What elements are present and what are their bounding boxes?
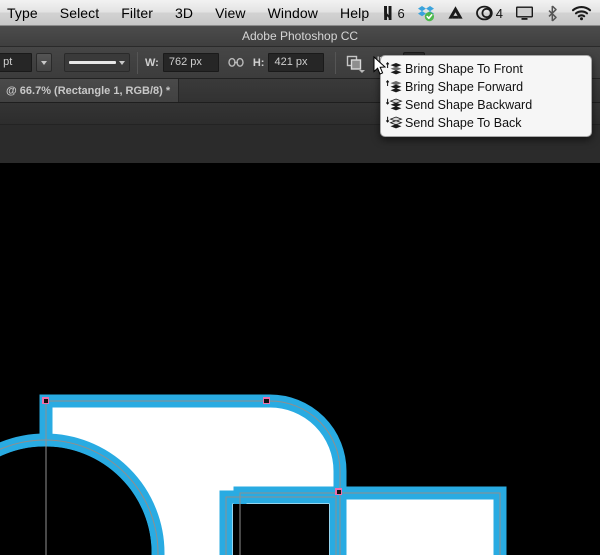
stroke-width-field[interactable]: 3 pt: [0, 53, 32, 72]
chevron-down-icon: [41, 61, 47, 65]
bring-to-front-icon: [385, 62, 403, 76]
menu-item-3d[interactable]: 3D: [164, 0, 204, 26]
adobe-cc-app-icon[interactable]: 6: [375, 0, 411, 26]
app-title: Adobe Photoshop CC: [242, 29, 358, 43]
vector-artwork: [0, 163, 600, 555]
document-tab[interactable]: @ 66.7% (Rectangle 1, RGB/8) *: [0, 79, 179, 102]
menu-item-help[interactable]: Help: [329, 0, 380, 26]
menu-bar-status-items: 6: [375, 0, 598, 26]
send-to-back-icon: [385, 116, 403, 130]
creative-cloud-badge: 4: [496, 6, 503, 21]
menu-item-view[interactable]: View: [204, 0, 257, 26]
adobe-app-badge: 6: [398, 6, 405, 21]
dropbox-icon[interactable]: [411, 0, 441, 26]
menu-item-bring-shape-to-front[interactable]: Bring Shape To Front: [381, 60, 591, 78]
chevron-down-icon: [359, 70, 365, 73]
menu-items: Type Select Filter 3D View Window Help: [0, 0, 380, 26]
stroke-width-dropdown[interactable]: [36, 53, 52, 72]
chain-link-icon[interactable]: [228, 57, 244, 68]
width-input[interactable]: 762 px: [163, 53, 219, 72]
menu-item-bring-shape-forward[interactable]: Bring Shape Forward: [381, 78, 591, 96]
options-divider-2: [335, 52, 336, 74]
bluetooth-icon[interactable]: [540, 0, 565, 26]
menu-label: Send Shape To Back: [405, 116, 522, 130]
height-label: H:: [253, 57, 265, 69]
os-menu-bar: Type Select Filter 3D View Window Help 6: [0, 0, 600, 26]
chevron-down-icon: [119, 61, 125, 65]
menu-label: Bring Shape To Front: [405, 62, 523, 76]
menu-item-send-shape-backward[interactable]: Send Shape Backward: [381, 96, 591, 114]
width-label: W:: [145, 57, 159, 69]
height-input[interactable]: 421 px: [268, 53, 324, 72]
wifi-icon[interactable]: [565, 0, 598, 26]
shape-arrange-dropdown-menu: Bring Shape To Front Bring Shape Forward: [380, 55, 592, 137]
menu-item-select[interactable]: Select: [49, 0, 111, 26]
stroke-style-selector[interactable]: [64, 53, 130, 72]
menu-item-send-shape-to-back[interactable]: Send Shape To Back: [381, 114, 591, 132]
send-backward-icon: [385, 98, 403, 112]
stroke-line-preview: [69, 61, 116, 64]
options-divider: [137, 52, 138, 74]
square-subtraction-inner: [233, 504, 329, 555]
menu-item-filter[interactable]: Filter: [110, 0, 164, 26]
bring-forward-icon: [385, 80, 403, 94]
document-canvas[interactable]: [0, 163, 600, 555]
photoshop-title-bar: Adobe Photoshop CC: [0, 26, 600, 47]
menu-item-type[interactable]: Type: [0, 0, 49, 26]
display-icon[interactable]: [509, 0, 540, 26]
google-drive-icon[interactable]: [441, 0, 470, 26]
path-operations-button[interactable]: [343, 52, 365, 74]
creative-cloud-icon[interactable]: 4: [470, 0, 509, 26]
photoshop-window: Type Select Filter 3D View Window Help 6: [0, 0, 600, 555]
menu-label: Bring Shape Forward: [405, 80, 523, 94]
menu-item-window[interactable]: Window: [257, 0, 329, 26]
menu-label: Send Shape Backward: [405, 98, 532, 112]
